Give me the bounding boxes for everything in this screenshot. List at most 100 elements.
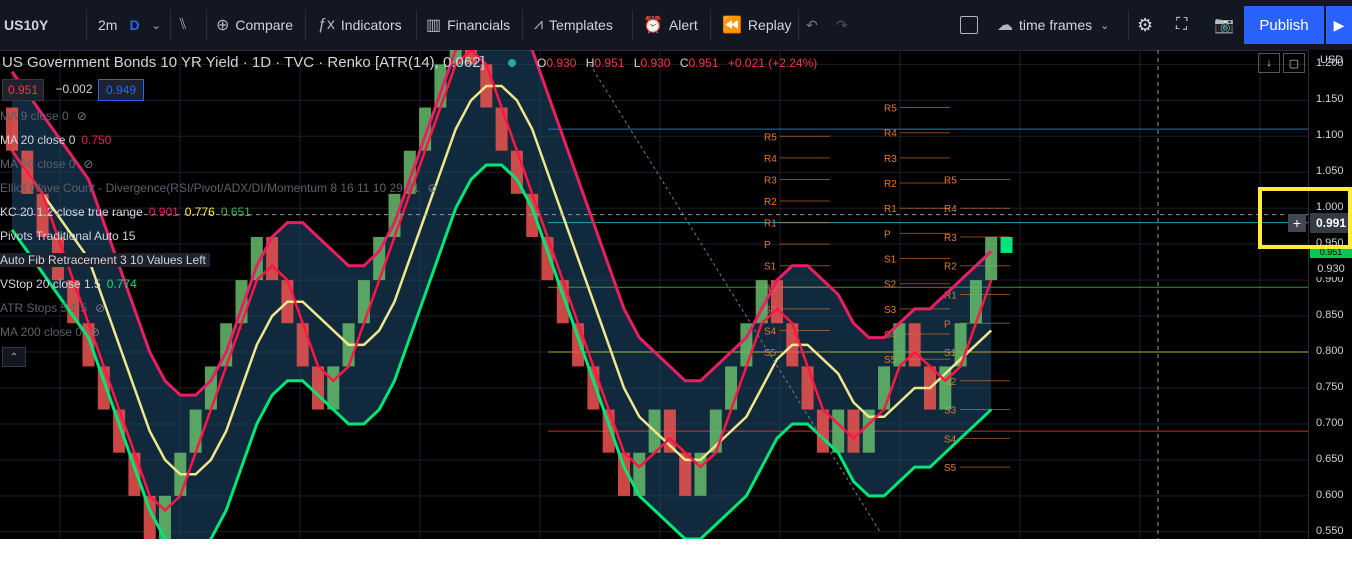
layout-button[interactable] [960,0,978,50]
fullscreen-icon: ⛶ [1176,16,1188,33]
ask-price-badge[interactable]: 0.949 [98,79,144,101]
divider [1128,10,1129,40]
redo-icon: ↷ [836,16,848,33]
templates-icon: ⩘ [534,16,544,33]
price-tick: 1.150 [1316,93,1344,106]
spread-badge: −0.002 [55,82,93,96]
legend-title: VStop 20 close 1.5 [0,277,101,291]
chevron-down-icon: ⌄ [151,19,161,32]
arrow-down-icon: ↓ [1266,57,1272,69]
symbol-search[interactable]: US10Y [4,0,48,50]
settings-button[interactable]: ⚙ [1137,0,1153,50]
financials-button[interactable]: ▥ Financials [426,0,510,50]
play-button[interactable]: ▶ [1326,6,1352,44]
scale-arrow-button[interactable]: ↓ [1258,53,1280,73]
indicators-button[interactable]: ƒx Indicators [318,0,402,50]
timeframes-button[interactable]: ☁ time frames ⌄ [997,0,1109,50]
renko-brick [908,323,921,367]
chart-type-button[interactable]: ⑊ [178,0,194,50]
pivot-label: P [884,229,891,240]
legend-row[interactable]: Pivots Traditional Auto 15 [0,229,135,243]
low-value: 0.930 [640,56,671,70]
high-value: 0.951 [594,56,625,70]
renko-brick [878,366,891,410]
change-value: +0.021 (+2.24%) [727,56,818,70]
pivot-label: S1 [764,262,777,273]
legend-row[interactable]: MA 50 close 0 ⊘ [0,157,93,171]
chart-canvas[interactable]: R5R4R3R2R1PS1S2S3S4S5R5R4R3R2R1PS1S2S3S4… [0,50,1308,539]
templates-button[interactable]: ⩘ Templates [534,0,613,50]
live-dot-icon [508,59,516,67]
square-icon [960,16,978,34]
legend-row[interactable]: MA 9 close 0 ⊘ [0,109,87,123]
eye-crossed-icon[interactable]: ⊘ [95,301,105,315]
legend-title: MA 20 close 0 [0,133,76,147]
eye-crossed-icon[interactable]: ⊘ [77,109,87,123]
pivot-label: R2 [944,262,957,273]
fx-icon: ƒx [318,16,335,33]
legend-title: ATR Stops 5 1.5 [0,301,88,315]
interval-button[interactable]: 2m D ⌄ [98,0,161,50]
legend-row[interactable]: Auto Fib Retracement 3 10 Values Left [0,253,210,267]
eye-crossed-icon[interactable]: ⊘ [90,325,100,339]
price-tick: 0.650 [1316,452,1344,465]
legend-row[interactable]: MA 20 close 0 0.750 [0,133,111,147]
divider [522,10,523,40]
redo-button[interactable]: ↷ [836,0,848,50]
pivot-label: S5 [944,463,957,474]
financials-label: Financials [447,17,511,33]
chart-pane[interactable]: R5 R4 R3 R2 R1 P S1 S2 S3 S4 S5 R5 R4 R3 R2 R1 P S1 S2 S3 S4… [0,50,1352,539]
price-axis[interactable] [1308,50,1352,539]
undo-button[interactable]: ↶ [806,0,818,50]
renko-brick [495,107,508,151]
gear-icon: ⚙ [1137,14,1154,35]
collapse-legend-button[interactable]: ⌃ [2,347,26,367]
replay-button[interactable]: ⏪ Replay [722,0,792,50]
publish-button[interactable]: Publish [1244,6,1324,44]
legend-row[interactable]: VStop 20 close 1.5 0.774 [0,277,137,291]
legend-row[interactable]: KC 20 1.2 close true range 0.901 0.776 0.65… [0,205,251,219]
square-rounded-icon: ▢ [1288,57,1300,70]
pivot-label: R2 [884,179,897,190]
chart-title: US Government Bonds 10 YR Yield · 1D · T… [2,54,485,71]
cloud-icon: ☁ [997,17,1013,34]
divider [710,10,711,40]
price-tick: 1.050 [1316,165,1344,178]
alert-button[interactable]: ⏰ Alert [643,0,698,50]
pivot-label: S4 [764,326,777,337]
compare-button[interactable]: ⊕ Compare [216,0,293,50]
symbol-label: US10Y [4,17,49,33]
eye-crossed-icon[interactable]: ⊘ [83,157,93,171]
divider [305,10,306,40]
legend-value: 0.750 [81,133,112,147]
pivot-label: R5 [884,104,897,115]
highlight-rectangle[interactable] [1258,187,1352,249]
pivot-label: R4 [944,204,957,215]
bottom-bar [0,539,1352,567]
alarm-clock-icon: ⏰ [643,17,663,34]
legend-row[interactable]: MA 200 close 0 ⊘ [0,325,100,339]
timeframes-label: time frames [1019,17,1093,33]
legend-value: 0.776 [184,205,215,219]
price-tick: 0.550 [1316,524,1344,537]
pivot-label: S3 [884,305,897,316]
divider [798,10,799,40]
renko-brick [816,409,829,453]
eye-crossed-icon[interactable]: ⊘ [428,181,438,195]
pivot-label: P [764,240,771,251]
currency-label[interactable]: USD [1320,54,1343,66]
legend-row[interactable]: ATR Stops 5 1.5 ⊘ [0,301,105,315]
legend-title: MA 9 close 0 [0,109,69,123]
renko-brick [357,280,370,324]
bid-price-badge[interactable]: 0.951 [2,79,44,101]
legend-row[interactable]: Elliot Wave Count - Divergence(RSI/Pivot… [0,181,438,195]
scale-mode-button[interactable]: ▢ [1283,53,1305,73]
renko-brick [327,366,340,410]
pivot-label: P [944,319,951,330]
renko-brick [847,409,860,453]
indicators-label: Indicators [340,17,402,33]
pivot-label: S5 [764,348,777,359]
fullscreen-button[interactable]: ⛶ [1176,0,1187,50]
snapshot-button[interactable]: 📷 [1214,0,1234,50]
close-value: 0.951 [688,56,719,70]
